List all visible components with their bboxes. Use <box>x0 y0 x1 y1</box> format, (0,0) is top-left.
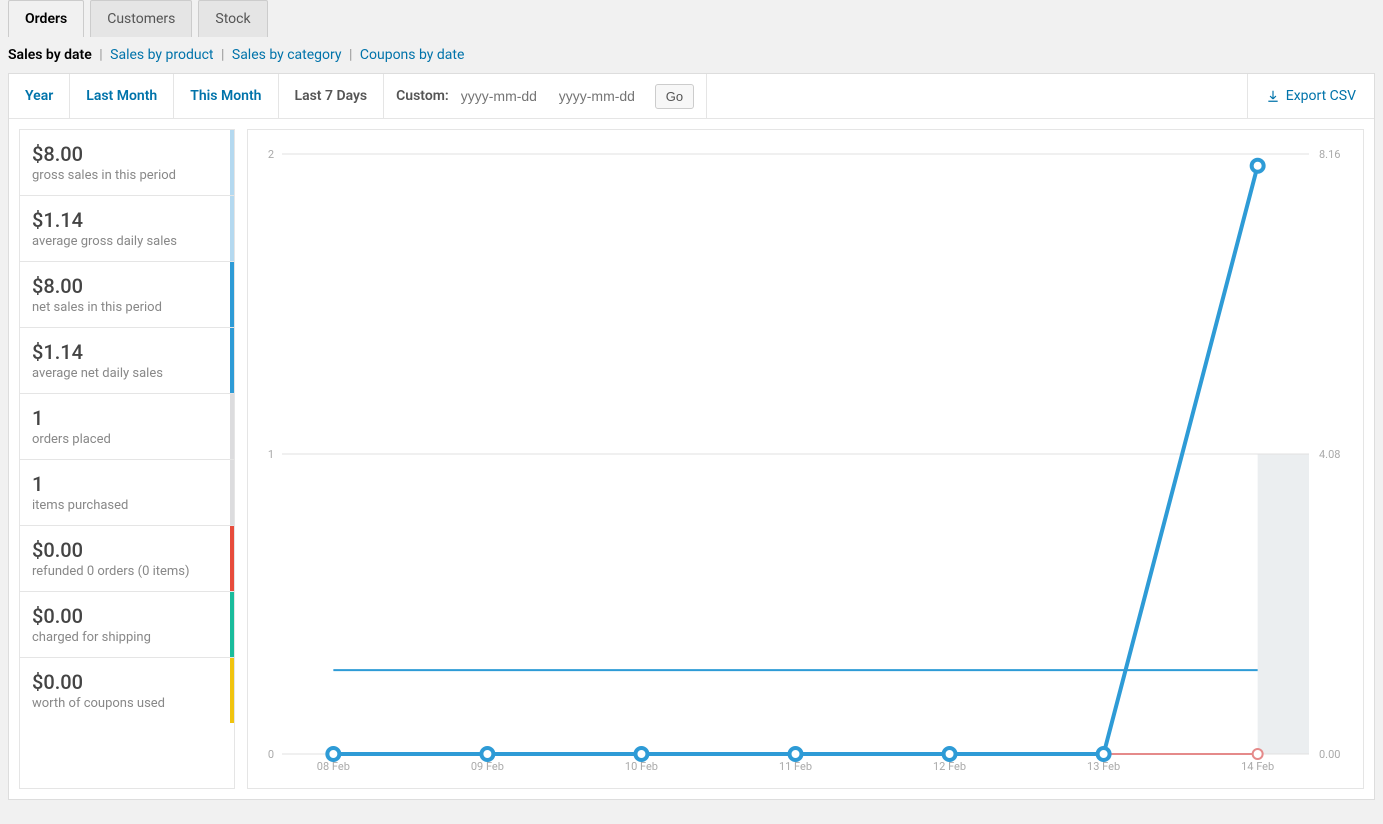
stats-sidebar: $8.00 gross sales in this period $1.14 a… <box>19 129 235 789</box>
stat-label: gross sales in this period <box>32 168 222 183</box>
svg-text:8.16: 8.16 <box>1319 148 1340 161</box>
svg-text:2: 2 <box>268 148 274 161</box>
export-csv[interactable]: Export CSV <box>1247 74 1374 118</box>
stat-avg-gross-daily[interactable]: $1.14 average gross daily sales <box>20 196 234 262</box>
range-year[interactable]: Year <box>9 74 70 118</box>
stat-value: $8.00 <box>32 274 222 298</box>
custom-end-date[interactable] <box>557 84 649 108</box>
stat-label: refunded 0 orders (0 items) <box>32 564 222 579</box>
custom-label: Custom: <box>396 88 449 104</box>
stat-label: worth of coupons used <box>32 696 222 711</box>
range-last-month[interactable]: Last Month <box>70 74 174 118</box>
svg-text:0.00: 0.00 <box>1319 748 1340 761</box>
report-subnav: Sales by date | Sales by product | Sales… <box>0 37 1383 73</box>
stat-label: average gross daily sales <box>32 234 222 249</box>
stat-items-purchased[interactable]: 1 items purchased <box>20 460 234 526</box>
svg-text:1: 1 <box>268 448 274 461</box>
stat-value: $1.14 <box>32 208 222 232</box>
svg-text:14 Feb: 14 Feb <box>1241 760 1274 773</box>
subnav-sales-by-date[interactable]: Sales by date <box>8 47 92 63</box>
tab-stock[interactable]: Stock <box>198 0 267 37</box>
range-this-month[interactable]: This Month <box>174 74 278 118</box>
stat-value: $8.00 <box>32 142 222 166</box>
export-label: Export CSV <box>1286 88 1356 104</box>
stat-value: $0.00 <box>32 604 222 628</box>
report-panel: Year Last Month This Month Last 7 Days C… <box>8 73 1375 800</box>
svg-text:4.08: 4.08 <box>1319 448 1340 461</box>
subnav-sales-by-category[interactable]: Sales by category <box>232 47 342 63</box>
svg-text:0: 0 <box>268 748 274 761</box>
report-content: $8.00 gross sales in this period $1.14 a… <box>9 119 1374 799</box>
custom-go-button[interactable]: Go <box>655 84 694 109</box>
separator: | <box>349 47 352 63</box>
stat-label: charged for shipping <box>32 630 222 645</box>
subnav-coupons-by-date[interactable]: Coupons by date <box>360 47 465 63</box>
chart-svg: 0120.004.088.1608 Feb09 Feb10 Feb11 Feb1… <box>252 134 1359 784</box>
stat-label: net sales in this period <box>32 300 222 315</box>
tab-customers[interactable]: Customers <box>90 0 192 37</box>
stat-value: 1 <box>32 472 222 496</box>
stat-shipping[interactable]: $0.00 charged for shipping <box>20 592 234 658</box>
subnav-sales-by-product[interactable]: Sales by product <box>110 47 213 63</box>
custom-start-date[interactable] <box>459 84 551 108</box>
stat-orders-placed[interactable]: 1 orders placed <box>20 394 234 460</box>
date-range-bar: Year Last Month This Month Last 7 Days C… <box>9 74 1374 119</box>
stat-value: $0.00 <box>32 538 222 562</box>
range-last-7-days[interactable]: Last 7 Days <box>279 74 385 118</box>
stat-coupons[interactable]: $0.00 worth of coupons used <box>20 658 234 723</box>
separator: | <box>221 47 224 63</box>
separator: | <box>99 47 102 63</box>
download-icon <box>1266 89 1280 103</box>
stat-value: 1 <box>32 406 222 430</box>
stat-label: average net daily sales <box>32 366 222 381</box>
report-section-tabs: Orders Customers Stock <box>0 0 1383 37</box>
stat-refunded[interactable]: $0.00 refunded 0 orders (0 items) <box>20 526 234 592</box>
tab-orders[interactable]: Orders <box>8 0 84 37</box>
stat-value: $0.00 <box>32 670 222 694</box>
stat-label: items purchased <box>32 498 222 513</box>
stat-net-sales[interactable]: $8.00 net sales in this period <box>20 262 234 328</box>
stat-avg-net-daily[interactable]: $1.14 average net daily sales <box>20 328 234 394</box>
stat-value: $1.14 <box>32 340 222 364</box>
stat-label: orders placed <box>32 432 222 447</box>
sales-chart[interactable]: 0120.004.088.1608 Feb09 Feb10 Feb11 Feb1… <box>247 129 1364 789</box>
stat-gross-sales[interactable]: $8.00 gross sales in this period <box>20 130 234 196</box>
range-custom: Custom: Go <box>384 74 707 118</box>
